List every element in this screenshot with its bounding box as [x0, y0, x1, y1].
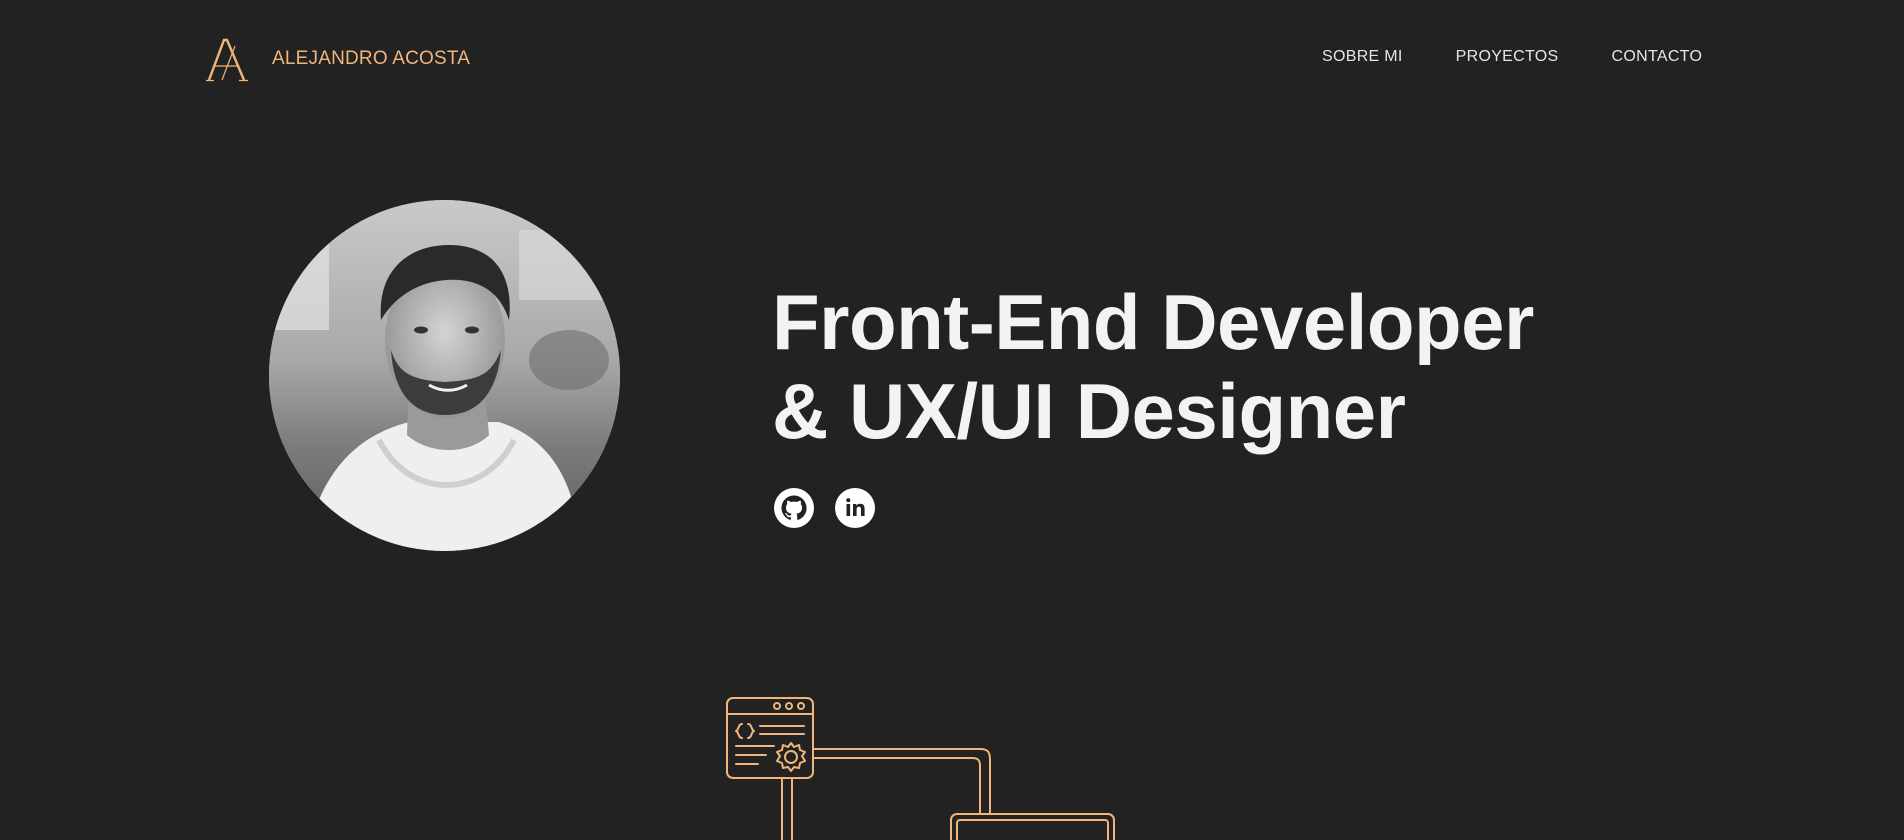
nav-item-contacto[interactable]: CONTACTO — [1612, 48, 1703, 66]
social-links — [774, 488, 875, 528]
linkedin-link[interactable] — [835, 488, 875, 528]
monogram-a-logo-icon — [206, 38, 248, 82]
hero-title: Front-End Developer & UX/UI Designer — [772, 278, 1534, 456]
main-nav: SOBRE MI PROYECTOS CONTACTO — [1322, 48, 1702, 66]
github-link[interactable] — [774, 488, 814, 528]
home-logo-link[interactable]: ALEJANDRO ACOSTA — [206, 36, 470, 82]
linkedin-icon — [835, 488, 875, 528]
code-window-gear-illustration-icon — [726, 697, 1115, 840]
hero-title-line-1: Front-End Developer — [772, 278, 1534, 366]
hero-title-line-2: & UX/UI Designer — [772, 367, 1406, 455]
brand-name: ALEJANDRO ACOSTA — [272, 48, 471, 69]
profile-photo-icon — [269, 200, 620, 551]
nav-item-sobre-mi[interactable]: SOBRE MI — [1322, 48, 1403, 66]
nav-item-proyectos[interactable]: PROYECTOS — [1456, 48, 1559, 66]
portfolio-page: ALEJANDRO ACOSTA SOBRE MI PROYECTOS CONT… — [0, 0, 1904, 840]
profile-avatar — [269, 200, 620, 551]
github-icon — [774, 488, 814, 528]
